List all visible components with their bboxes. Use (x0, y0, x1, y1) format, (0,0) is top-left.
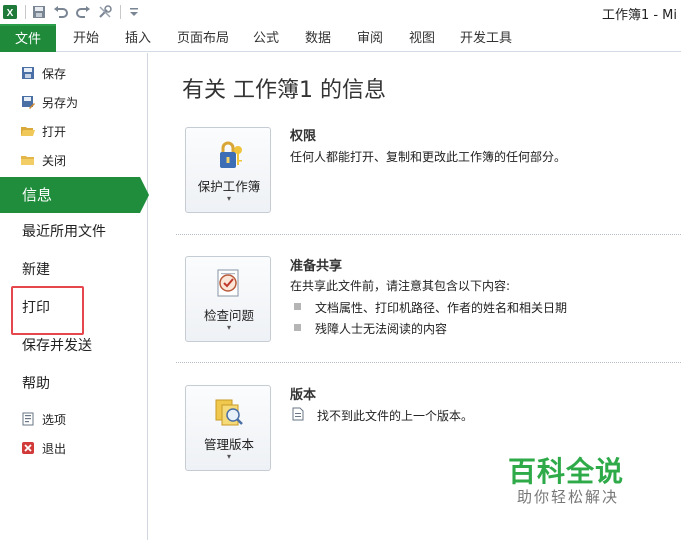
close-folder-icon (20, 152, 36, 168)
open-command[interactable]: 打开 (20, 121, 66, 141)
options-command[interactable]: 选项 (20, 409, 66, 429)
section-divider (176, 362, 681, 363)
nav-info[interactable] (0, 177, 140, 213)
save-as-label: 另存为 (42, 95, 79, 110)
undo-icon[interactable] (51, 2, 71, 22)
bullet-icon (294, 324, 301, 331)
save-as-command[interactable]: 另存为 (20, 92, 78, 112)
tab-review[interactable]: 审阅 (357, 28, 383, 50)
options-label: 选项 (42, 412, 67, 427)
quick-access-toolbar: X (0, 2, 146, 22)
tab-data[interactable]: 数据 (305, 28, 331, 50)
ribbon-tabs: 文件 开始 插入 页面布局 公式 数据 审阅 视图 开发工具 (0, 24, 681, 52)
page-title: 有关 工作簿1 的信息 (182, 78, 386, 103)
tab-insert[interactable]: 插入 (125, 28, 151, 50)
print-highlight-box (11, 286, 84, 335)
tools-icon[interactable] (95, 2, 115, 22)
manage-versions-label: 管理版本 (203, 437, 254, 452)
nav-help[interactable]: 帮助 (22, 373, 50, 395)
watermark-title: 百科全说 (508, 455, 625, 488)
save-icon (20, 65, 36, 81)
separator (25, 5, 26, 19)
customize-qat-icon[interactable] (124, 2, 144, 22)
versions-title: 版本 (290, 388, 317, 403)
tab-view[interactable]: 视图 (409, 28, 435, 50)
sharing-item-properties: 文档属性、打印机路径、作者的姓名和相关日期 (315, 301, 568, 315)
manage-versions-icon (212, 396, 246, 430)
save-icon[interactable] (29, 2, 49, 22)
close-label: 关闭 (42, 153, 67, 168)
save-as-icon (20, 94, 36, 110)
inspect-document-icon (212, 267, 246, 301)
sharing-item-accessibility: 残障人士无法阅读的内容 (315, 322, 448, 336)
nav-recent[interactable]: 最近所用文件 (22, 221, 106, 243)
exit-command[interactable]: 退出 (20, 438, 66, 458)
manage-versions-button[interactable]: 管理版本 ▾ (185, 385, 271, 471)
options-icon (20, 411, 36, 427)
nav-new[interactable]: 新建 (22, 259, 50, 281)
section-divider (176, 234, 681, 235)
protect-workbook-button[interactable]: 保护工作簿 ▾ (185, 127, 271, 213)
nav-save-send[interactable]: 保存并发送 (22, 335, 92, 357)
dropdown-arrow-icon: ▾ (226, 452, 231, 461)
save-label: 保存 (42, 66, 67, 81)
nav-info-arrow (140, 177, 149, 213)
tab-formulas[interactable]: 公式 (253, 28, 279, 50)
permissions-title: 权限 (290, 129, 317, 144)
versions-desc: 找不到此文件的上一个版本。 (317, 409, 474, 423)
window-title: 工作簿1 - Mi (601, 8, 677, 23)
check-issues-button[interactable]: 检查问题 ▾ (185, 256, 271, 342)
open-label: 打开 (42, 124, 67, 139)
permissions-desc: 任何人都能打开、复制和更改此工作簿的任何部分。 (290, 150, 567, 164)
check-issues-label: 检查问题 (203, 308, 254, 323)
dropdown-arrow-icon: ▾ (226, 194, 231, 203)
bullet-icon (294, 303, 301, 310)
tab-file[interactable]: 文件 (0, 24, 56, 52)
redo-icon[interactable] (73, 2, 93, 22)
excel-logo-icon[interactable]: X (0, 2, 20, 22)
watermark-subtitle: 助你轻松解决 (517, 488, 620, 506)
close-command[interactable]: 关闭 (20, 150, 66, 170)
nav-info-label: 信息 (22, 186, 53, 204)
document-icon (291, 406, 305, 421)
dropdown-arrow-icon: ▾ (226, 323, 231, 332)
exit-label: 退出 (42, 441, 67, 456)
tab-developer[interactable]: 开发工具 (460, 28, 512, 50)
prepare-sharing-desc: 在共享此文件前，请注意其包含以下内容: (290, 279, 511, 293)
protect-workbook-label: 保护工作簿 (197, 179, 261, 194)
exit-icon (20, 440, 36, 456)
separator (120, 5, 121, 19)
tab-page-layout[interactable]: 页面布局 (177, 28, 229, 50)
save-command[interactable]: 保存 (20, 63, 66, 83)
lock-keys-icon (212, 138, 246, 172)
prepare-sharing-title: 准备共享 (290, 259, 343, 274)
svg-text:X: X (7, 8, 14, 19)
title-bar: X 工作簿1 - Mi (0, 0, 681, 24)
tab-home[interactable]: 开始 (73, 28, 99, 50)
open-folder-icon (20, 123, 36, 139)
